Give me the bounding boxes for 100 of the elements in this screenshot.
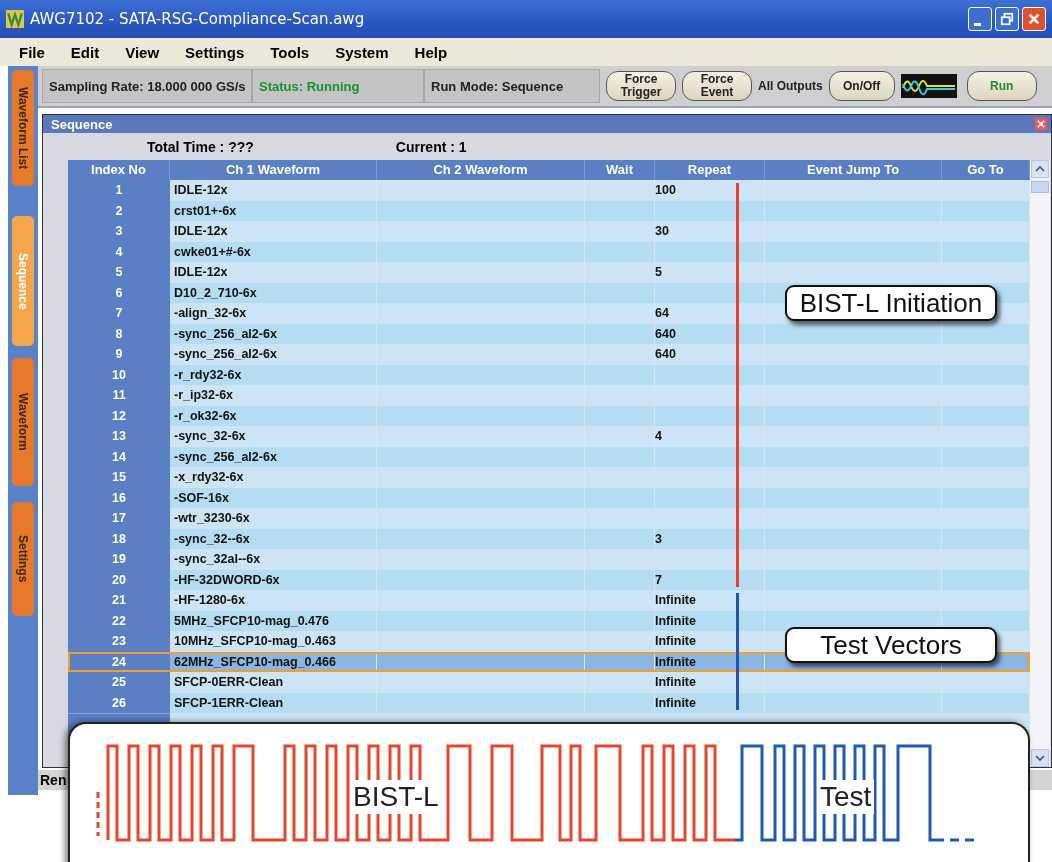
table-cell: Infinite xyxy=(655,613,696,628)
side-tab[interactable]: Waveform xyxy=(12,358,34,486)
table-cell: Infinite xyxy=(655,593,696,607)
index-cell: 2 xyxy=(68,200,170,222)
table-row[interactable]: 10 -r_rdy32-6x xyxy=(68,364,1030,385)
table-cell: 100 xyxy=(655,183,676,197)
index-cell: 20 xyxy=(68,569,170,591)
window-title: AWG7102 - SATA-RSG-Compliance-Scan.awg xyxy=(30,10,366,28)
toolbar-button[interactable]: On/Off xyxy=(828,71,895,101)
table-row[interactable]: 13 -sync_32-6x 4 xyxy=(68,426,1030,447)
waveform-label: Test xyxy=(817,780,875,814)
dashed-marker xyxy=(935,838,975,842)
scroll-down-button[interactable] xyxy=(1031,749,1049,767)
scroll-up-button[interactable] xyxy=(1031,160,1049,178)
panel-title: Sequence xyxy=(51,116,113,132)
side-tab[interactable]: Settings xyxy=(12,502,34,616)
menu-item[interactable]: Settings xyxy=(176,41,254,63)
index-cell: 14 xyxy=(68,446,170,468)
waveform-icon[interactable] xyxy=(900,73,957,99)
index-cell: 21 xyxy=(68,590,170,612)
index-cell: 6 xyxy=(68,282,170,304)
index-cell: 24 xyxy=(68,651,170,673)
caret-up-icon xyxy=(1035,166,1045,172)
minimize-button[interactable] xyxy=(968,7,992,31)
menu-item[interactable]: View xyxy=(116,41,169,63)
table-row[interactable]: 8 -sync_256_al2-6x 640 xyxy=(68,323,1030,344)
index-cell: 4 xyxy=(68,241,170,263)
table-row[interactable]: 9 -sync_256_al2-6x 640 xyxy=(68,344,1030,365)
restore-button[interactable] xyxy=(995,7,1019,31)
callout: Test Vectors xyxy=(785,627,997,663)
table-row[interactable]: 19 -sync_32al--6x xyxy=(68,549,1030,570)
menu-item[interactable]: Tools xyxy=(261,41,319,63)
table-cell: 640 xyxy=(655,326,676,341)
run-mode-label: Run Mode: Sequence xyxy=(424,69,600,103)
menu-item[interactable]: File xyxy=(10,41,54,63)
status-label: Status: Running xyxy=(252,69,424,103)
table-cell: Infinite xyxy=(655,654,696,669)
side-tab[interactable]: Waveform List xyxy=(12,70,34,186)
index-cell: 3 xyxy=(68,221,170,243)
table-row[interactable]: 11 -r_ip32-6x xyxy=(68,385,1030,406)
table-row[interactable]: 5 IDLE-12x 5 xyxy=(68,262,1030,283)
table-row[interactable]: 2 crst01+-6x xyxy=(68,200,1030,221)
index-cell: 25 xyxy=(68,672,170,694)
table-row[interactable]: 15 -x_rdy32-6x xyxy=(68,467,1030,488)
close-icon xyxy=(1027,12,1041,26)
index-cell: 11 xyxy=(68,385,170,407)
menu-item[interactable]: System xyxy=(326,41,398,63)
table-cell: 64 xyxy=(655,306,669,320)
index-cell: 1 xyxy=(68,180,170,202)
index-cell: 23 xyxy=(68,631,170,653)
table-row[interactable]: 21 -HF-1280-6x Infinite xyxy=(68,590,1030,611)
table-cell: Infinite xyxy=(655,675,696,689)
index-cell: 22 xyxy=(68,610,170,632)
table-cell: 4 xyxy=(655,429,662,443)
table-row[interactable]: 16 -SOF-16x xyxy=(68,487,1030,508)
index-cell: 17 xyxy=(68,508,170,530)
total-time-label: Total Time : ??? xyxy=(147,138,254,155)
table-row[interactable]: 12 -r_ok32-6x xyxy=(68,405,1030,426)
toolbar-button[interactable]: Force Trigger xyxy=(606,71,676,101)
close-button[interactable] xyxy=(1035,118,1047,130)
close-button[interactable] xyxy=(1022,7,1046,31)
table-row[interactable]: 3 IDLE-12x 30 xyxy=(68,221,1030,242)
restore-icon xyxy=(1000,12,1014,26)
table-row[interactable]: 25 SFCP-0ERR-Clean Infinite xyxy=(68,672,1030,693)
table-cell: 640 xyxy=(655,347,676,361)
toolbar-button[interactable]: Force Event xyxy=(682,71,752,101)
table-row[interactable]: 20 -HF-32DWORD-6x 7 xyxy=(68,569,1030,590)
status-text: Ren xyxy=(39,772,67,788)
index-cell: 12 xyxy=(68,405,170,427)
table-row[interactable]: 4 cwke01+#-6x xyxy=(68,241,1030,262)
table-cell: 5 xyxy=(655,265,662,279)
scroll-thumb[interactable] xyxy=(1031,181,1049,193)
table-row[interactable]: 1 IDLE-12x 100 xyxy=(68,180,1030,201)
table-row[interactable]: 26 SFCP-1ERR-Clean Infinite xyxy=(68,692,1030,713)
app-icon xyxy=(6,10,24,28)
table-cell: Infinite xyxy=(655,695,696,710)
index-cell: 18 xyxy=(68,528,170,550)
dashed-marker xyxy=(96,792,100,836)
sampling-rate-label: Sampling Rate: 18.000 000 GS/s xyxy=(42,69,252,103)
menu-item[interactable]: Edit xyxy=(61,41,109,63)
index-cell: 7 xyxy=(68,303,170,325)
scrollbar[interactable] xyxy=(1030,160,1050,767)
index-cell: 19 xyxy=(68,549,170,571)
all-outputs-label: All Outputs xyxy=(758,79,823,93)
index-cell: 13 xyxy=(68,426,170,448)
index-cell: 16 xyxy=(68,487,170,509)
table-row[interactable]: 14 -sync_256_al2-6x xyxy=(68,446,1030,467)
callout: BIST-L Initiation xyxy=(785,285,997,321)
index-cell: 10 xyxy=(68,364,170,386)
table-row[interactable]: 17 -wtr_3230-6x xyxy=(68,508,1030,529)
index-cell: 5 xyxy=(68,262,170,284)
table-cell: SFCP-1ERR-Clean xyxy=(170,692,377,714)
index-cell: 8 xyxy=(68,323,170,345)
table-row[interactable]: 18 -sync_32--6x 3 xyxy=(68,528,1030,549)
table-cell: 3 xyxy=(655,531,662,546)
close-icon xyxy=(1037,120,1045,128)
menu-item[interactable]: Help xyxy=(405,41,457,63)
table-cell: 7 xyxy=(655,572,662,587)
caret-down-icon xyxy=(1035,755,1045,761)
index-cell: 9 xyxy=(68,344,170,366)
